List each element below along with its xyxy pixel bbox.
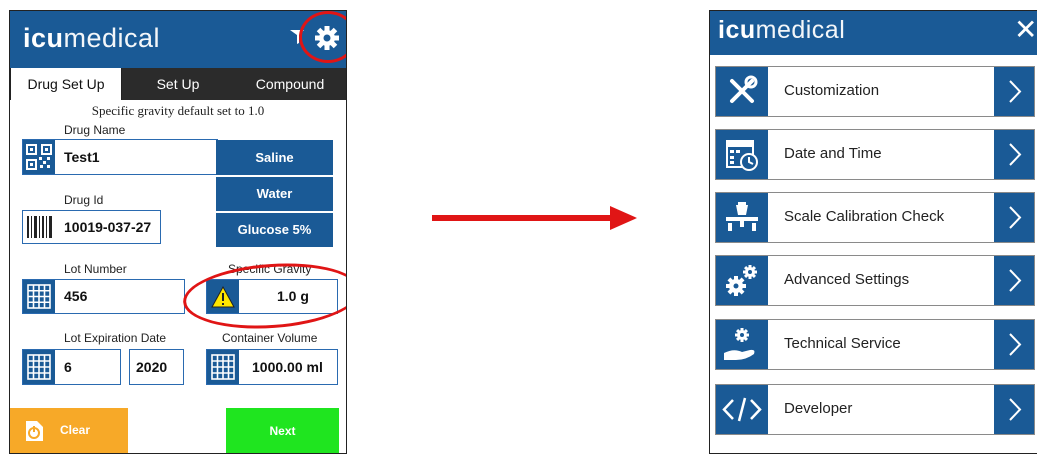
menu-item-date-and-time[interactable]: Date and Time [715,129,1035,180]
menu-label-technical-service: Technical Service [784,335,901,352]
chevron-right-icon [994,193,1034,242]
drug-id-field[interactable]: 10019-037-27 [22,210,161,244]
menu-label-advanced-settings: Advanced Settings [784,271,910,288]
menu-label-scale-calibration: Scale Calibration Check [784,208,945,225]
chevron-right-icon [994,385,1034,434]
drug-name-value: Test1 [64,149,100,165]
code-icon [716,385,768,434]
close-icon[interactable]: ✕ [1014,15,1037,45]
header-bar: icumedical ✕ [710,11,1037,55]
lot-expiration-year-value: 2020 [136,359,168,375]
settings-menu-screen: icumedical ✕ Customization Date and Time… [709,10,1037,454]
keypad-icon[interactable] [23,280,55,313]
menu-item-developer[interactable]: Developer [715,384,1035,435]
chevron-right-icon [994,320,1034,369]
preset-water-button[interactable]: Water [216,177,333,211]
barcode-qr-icon[interactable] [23,140,55,174]
preset-saline-button[interactable]: Saline [216,140,333,175]
scale-icon [716,193,768,242]
lot-number-value: 456 [64,288,88,304]
clear-icon [26,421,43,441]
specific-gravity-highlight [180,257,346,335]
menu-label-date-and-time: Date and Time [784,145,882,162]
brand-logo: icumedical [718,16,846,44]
lot-expiration-month-value: 6 [64,359,72,375]
gears-icon [716,256,768,305]
tools-icon [716,67,768,116]
hand-gear-icon [716,320,768,369]
next-button[interactable]: Next [226,408,339,453]
container-volume-field[interactable]: 1000.00 ml [206,349,338,385]
menu-item-scale-calibration[interactable]: Scale Calibration Check [715,192,1035,243]
keypad-icon[interactable] [207,350,239,384]
drug-name-field[interactable]: Test1 [22,139,218,175]
tab-bar: Drug Set Up Set Up Compound [10,68,346,100]
header-bar: icumedical [10,11,346,68]
lot-expiration-year-field[interactable]: 2020 [129,349,184,385]
container-volume-value: 1000.00 ml [252,359,323,375]
drug-name-label: Drug Name [64,123,126,137]
transition-arrow [432,206,637,230]
barcode-icon[interactable] [23,211,57,243]
menu-item-customization[interactable]: Customization [715,66,1035,117]
lot-number-field[interactable]: 456 [22,279,185,314]
tab-drug-set-up[interactable]: Drug Set Up [10,68,122,100]
drug-id-label: Drug Id [64,193,104,207]
container-volume-label: Container Volume [222,331,318,345]
menu-label-developer: Developer [784,400,853,417]
tab-set-up[interactable]: Set Up [122,68,234,100]
keypad-icon[interactable] [23,350,55,384]
lot-expiration-month-field[interactable]: 6 [22,349,121,385]
chevron-right-icon [994,130,1034,179]
calendar-clock-icon [716,130,768,179]
specific-gravity-notice: Specific gravity default set to 1.0 [91,103,265,118]
menu-item-advanced-settings[interactable]: Advanced Settings [715,255,1035,306]
lot-expiration-label: Lot Expiration Date [64,331,167,345]
menu-label-customization: Customization [784,82,880,99]
clear-label: Clear [60,423,91,437]
lot-number-label: Lot Number [64,262,127,276]
preset-glucose-button[interactable]: Glucose 5% [216,213,333,247]
tab-compound[interactable]: Compound [234,68,346,100]
clear-button[interactable]: Clear [10,408,128,453]
chevron-right-icon [994,67,1034,116]
drug-id-value: 10019-037-27 [64,219,152,235]
brand-logo: icumedical [23,23,161,53]
menu-item-technical-service[interactable]: Technical Service [715,319,1035,370]
drug-setup-screen: icumedical Drug Set Up Set Up Compound S… [9,10,347,454]
chevron-right-icon [994,256,1034,305]
